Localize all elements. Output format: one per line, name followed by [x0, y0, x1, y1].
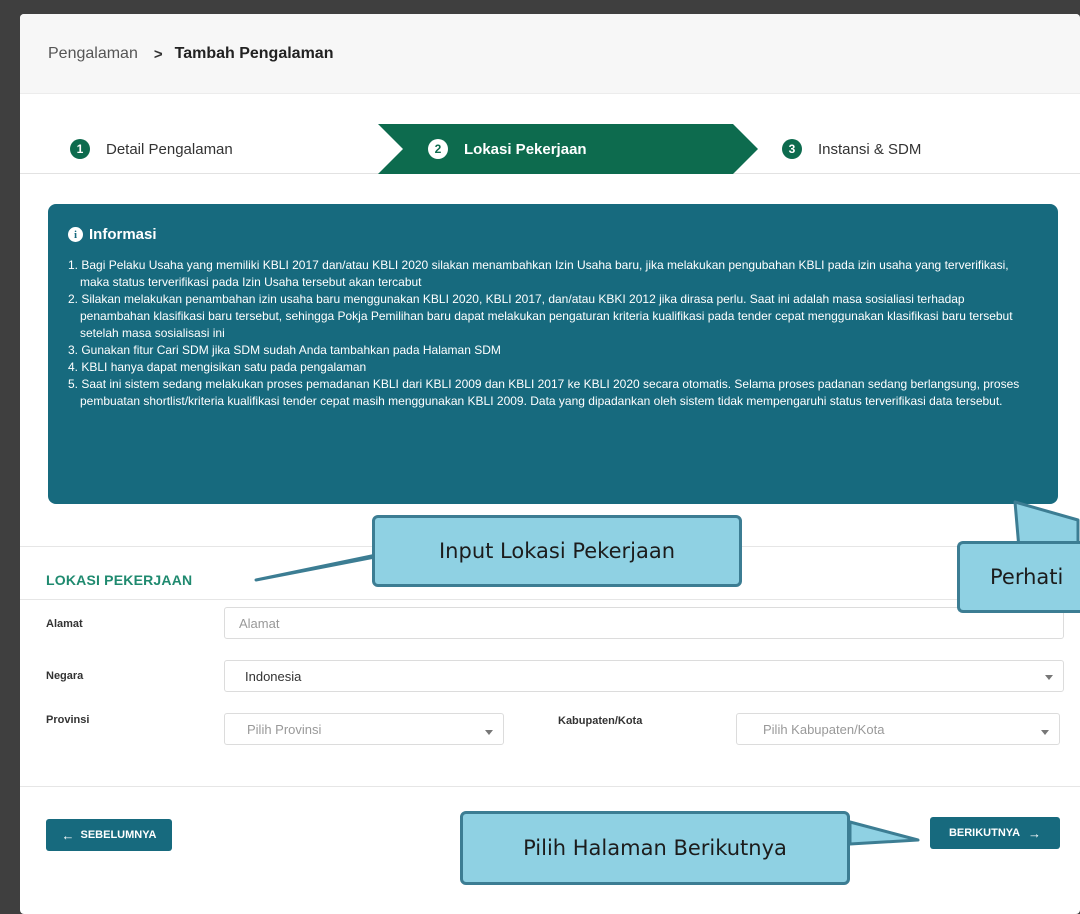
callout-input-lokasi: Input Lokasi Pekerjaan — [372, 515, 742, 587]
callout-perhatikan: Perhati — [957, 541, 1080, 613]
callout-tails — [254, 500, 1080, 846]
callout-tail-berikutnya — [848, 820, 920, 846]
callout-berikutnya: Pilih Halaman Berikutnya — [460, 811, 850, 885]
